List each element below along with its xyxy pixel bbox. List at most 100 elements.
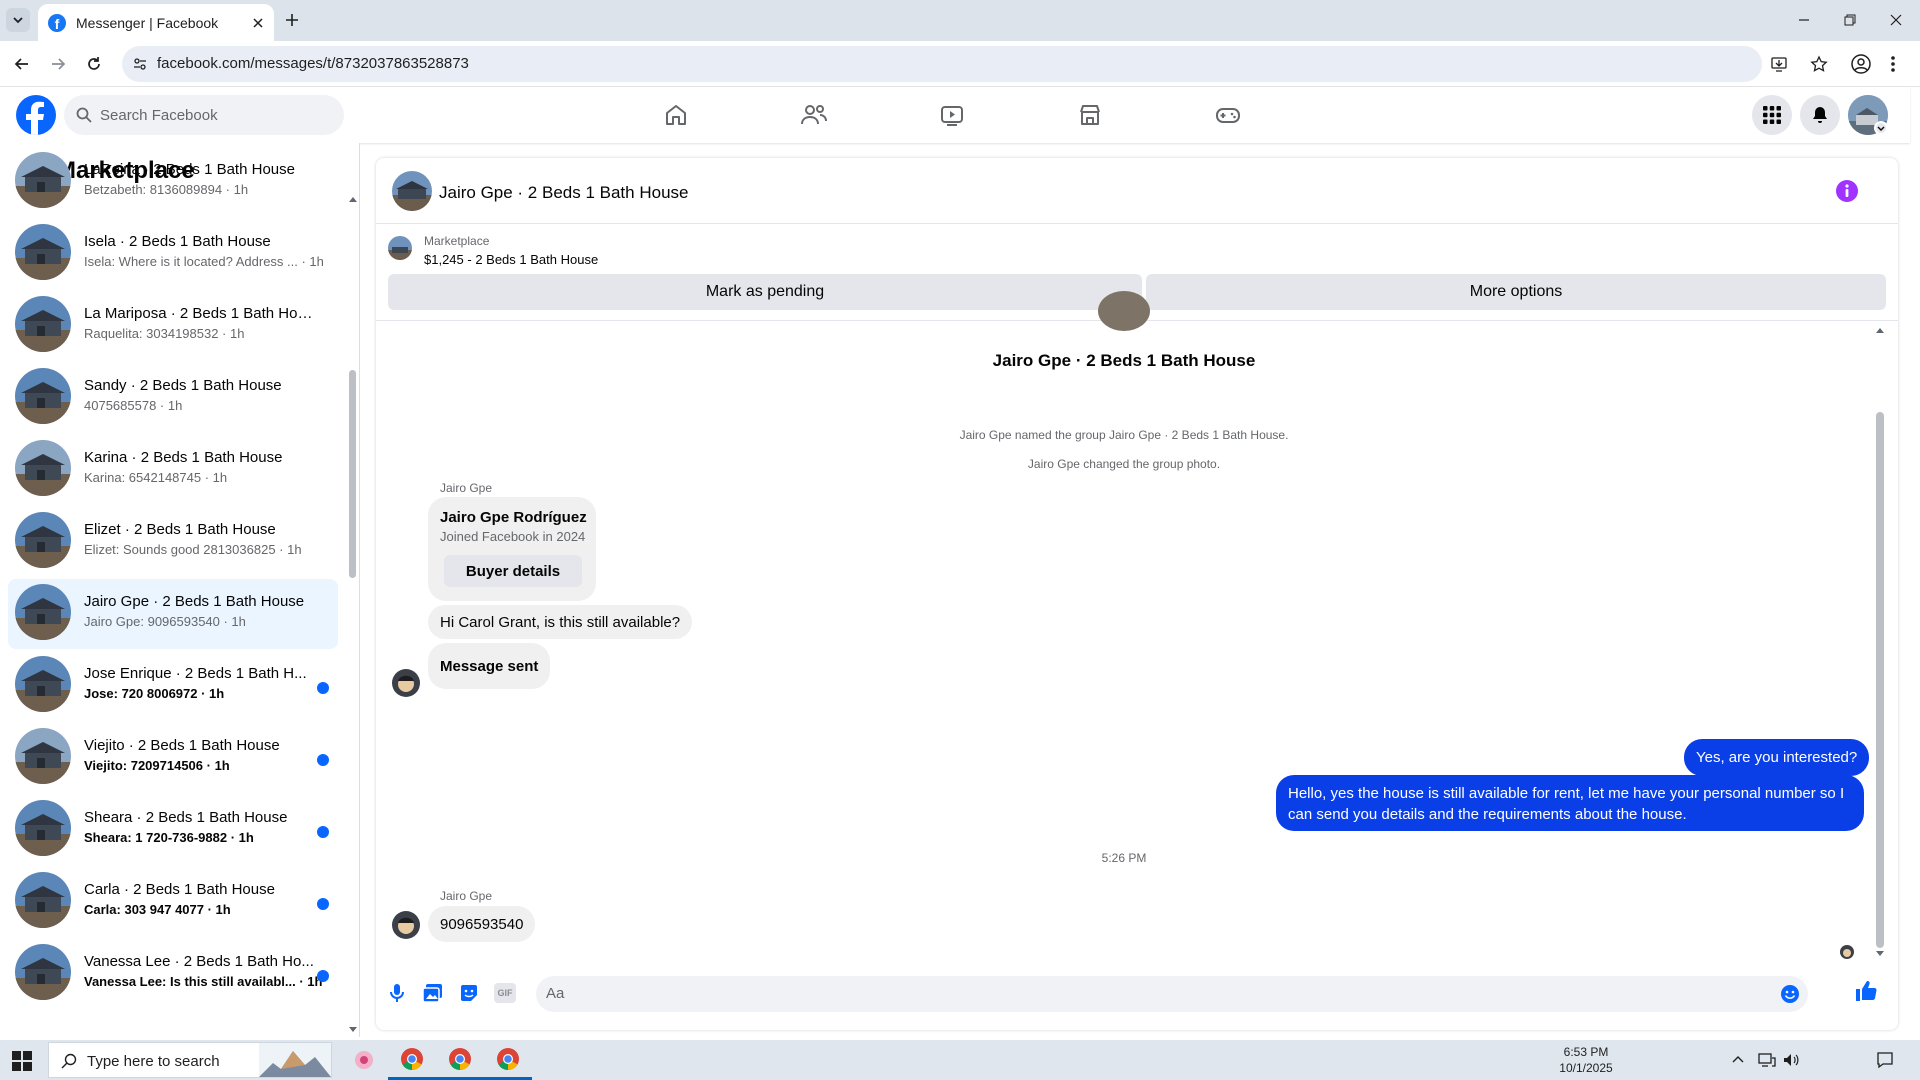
facebook-logo[interactable] — [16, 95, 56, 135]
left-scroll-up[interactable] — [348, 195, 358, 203]
reload-button[interactable] — [84, 54, 104, 74]
mark-as-pending-button[interactable]: Mark as pending — [388, 274, 1142, 310]
chevron-down-icon — [13, 17, 23, 24]
gif-button[interactable]: GIF — [494, 983, 516, 1003]
incoming-message[interactable]: Hi Carol Grant, is this still available? — [428, 605, 693, 639]
conversation-item[interactable]: Jairo Gpe · 2 Beds 1 Bath House Jairo Gpe… — [8, 579, 338, 649]
site-info-icon[interactable] — [132, 56, 148, 72]
unread-indicator — [317, 754, 329, 766]
conversation-item[interactable]: Sheara · 2 Beds 1 Bath House Sheara: 1 72… — [8, 795, 338, 865]
voice-clip-button[interactable] — [388, 982, 406, 1004]
menu-button[interactable] — [1752, 95, 1792, 135]
chevron-up-icon — [1732, 1056, 1744, 1063]
restore-icon — [1844, 14, 1856, 26]
taskbar-app-chrome-2[interactable] — [436, 1040, 484, 1080]
apps-grid-icon — [1763, 106, 1781, 124]
chat-bubble-icon — [1877, 1052, 1893, 1069]
outgoing-message[interactable]: Yes, are you interested? — [1684, 739, 1870, 776]
chat-avatar[interactable] — [392, 171, 432, 211]
incoming-message[interactable]: Message sent — [428, 643, 551, 689]
install-app-icon[interactable] — [1770, 55, 1788, 73]
tab-search-button[interactable] — [6, 8, 30, 32]
taskbar-clock[interactable]: 6:53 PM 10/1/2025 — [1548, 1044, 1624, 1076]
send-like-button[interactable] — [1854, 979, 1878, 1003]
taskbar-search-box[interactable]: Type here to search — [48, 1042, 332, 1078]
thread-scroll-down[interactable] — [1875, 950, 1885, 958]
unread-indicator — [317, 682, 329, 694]
listing-price-title[interactable]: $1,245 - 2 Beds 1 Bath House — [424, 252, 598, 267]
conversation-item[interactable]: Elizet · 2 Beds 1 Bath House Elizet: Soun… — [8, 507, 338, 577]
account-dropdown[interactable] — [1874, 121, 1888, 135]
volume-tray-button[interactable] — [1782, 1052, 1800, 1068]
house-thumbnail-image — [15, 440, 71, 496]
restore-window-button[interactable] — [1842, 12, 1858, 28]
back-button[interactable] — [12, 54, 32, 74]
taskbar-app-snip[interactable] — [340, 1040, 388, 1080]
incoming-message[interactable]: 9096593540 — [428, 906, 536, 942]
taskbar-app-chrome-3[interactable] — [484, 1040, 532, 1080]
conversation-item[interactable]: Sandy · 2 Beds 1 Bath House 4075685578 · … — [8, 363, 338, 433]
outgoing-message[interactable]: Hello, yes the house is still available … — [1276, 775, 1864, 831]
conversation-preview: Elizet: Sounds good 2813036825 · 1h — [84, 542, 302, 557]
house-thumbnail-image — [15, 872, 71, 928]
buyer-details-button[interactable]: Buyer details — [444, 555, 582, 587]
url-text: facebook.com/messages/t/8732037863528873 — [157, 55, 469, 72]
show-hidden-icons-button[interactable] — [1732, 1054, 1744, 1064]
nav-gaming[interactable] — [1198, 93, 1258, 137]
notifications-button[interactable] — [1800, 95, 1840, 135]
new-tab-button[interactable] — [282, 10, 302, 30]
conversation-item[interactable]: Karina · 2 Beds 1 Bath House Karina: 6542… — [8, 435, 338, 505]
conversation-thumbnail — [15, 656, 71, 712]
conversation-item[interactable]: Isela · 2 Beds 1 Bath House Isela: Where … — [8, 219, 338, 289]
nav-watch[interactable] — [922, 93, 982, 137]
emoji-button[interactable] — [1780, 984, 1800, 1004]
minimize-window-button[interactable] — [1796, 12, 1812, 28]
nav-home[interactable] — [646, 93, 706, 137]
conversation-item[interactable]: Vanessa Lee · 2 Beds 1 Bath Ho... Vanessa… — [8, 939, 338, 1009]
conversation-item[interactable]: Jose Enrique · 2 Beds 1 Bath H... Jose: 7… — [8, 651, 338, 721]
facebook-top-nav: Search Facebook — [0, 87, 1910, 143]
nav-marketplace[interactable] — [1060, 93, 1120, 137]
notification-center-button[interactable] — [1876, 1051, 1894, 1069]
left-scroll-down[interactable] — [348, 1026, 358, 1034]
house-thumbnail-image — [15, 512, 71, 568]
conversation-info-button[interactable] — [1836, 180, 1858, 202]
chrome-icon — [401, 1047, 423, 1070]
conversation-item[interactable]: LaReina · 2 Beds 1 Bath House Betzabeth: … — [8, 147, 338, 217]
marketplace-label: Marketplace — [424, 234, 490, 248]
sender-name: Jairo Gpe — [440, 889, 493, 903]
message-input[interactable]: Aa — [536, 976, 1808, 1012]
chrome-icon — [449, 1047, 471, 1070]
start-button[interactable] — [12, 1051, 32, 1071]
more-options-button[interactable]: More options — [1146, 274, 1886, 310]
thread-scrollbar-thumb[interactable] — [1876, 412, 1884, 948]
nav-friends[interactable] — [784, 93, 844, 137]
profile-button[interactable] — [1850, 53, 1872, 75]
photo-icon — [422, 984, 442, 1003]
conversation-item[interactable]: Viejito · 2 Beds 1 Bath House Viejito: 72… — [8, 723, 338, 793]
network-tray-button[interactable] — [1758, 1052, 1776, 1068]
attach-photo-button[interactable] — [422, 982, 444, 1004]
forward-button[interactable] — [48, 54, 68, 74]
thread-scroll-up[interactable] — [1875, 326, 1885, 334]
sender-avatar[interactable] — [392, 669, 420, 697]
sender-avatar[interactable] — [392, 911, 420, 939]
bell-icon — [1813, 107, 1827, 123]
sticker-button[interactable] — [458, 982, 480, 1004]
taskbar-app-chrome-1[interactable] — [388, 1040, 436, 1080]
address-bar[interactable]: facebook.com/messages/t/8732037863528873 — [122, 46, 1828, 82]
bookmark-star-icon[interactable] — [1810, 55, 1828, 73]
sticker-icon — [461, 985, 477, 1001]
facebook-search-input[interactable]: Search Facebook — [64, 95, 344, 135]
left-scrollbar-thumb[interactable] — [349, 370, 356, 578]
conversation-item[interactable]: Carla · 2 Beds 1 Bath House Carla: 303 94… — [8, 867, 338, 937]
conversation-thumbnail — [15, 512, 71, 568]
conversation-name: Isela · 2 Beds 1 Bath House — [84, 233, 271, 250]
close-window-button[interactable] — [1888, 12, 1904, 28]
close-tab-icon[interactable] — [252, 17, 264, 29]
conversation-item[interactable]: La Mariposa · 2 Beds 1 Bath House Raqueli… — [8, 291, 338, 361]
listing-thumbnail[interactable] — [388, 236, 412, 260]
browser-tab-active[interactable]: f Messenger | Facebook — [38, 4, 274, 41]
chat-title[interactable]: Jairo Gpe · 2 Beds 1 Bath House — [439, 183, 688, 203]
browser-menu-button[interactable] — [1890, 53, 1896, 75]
